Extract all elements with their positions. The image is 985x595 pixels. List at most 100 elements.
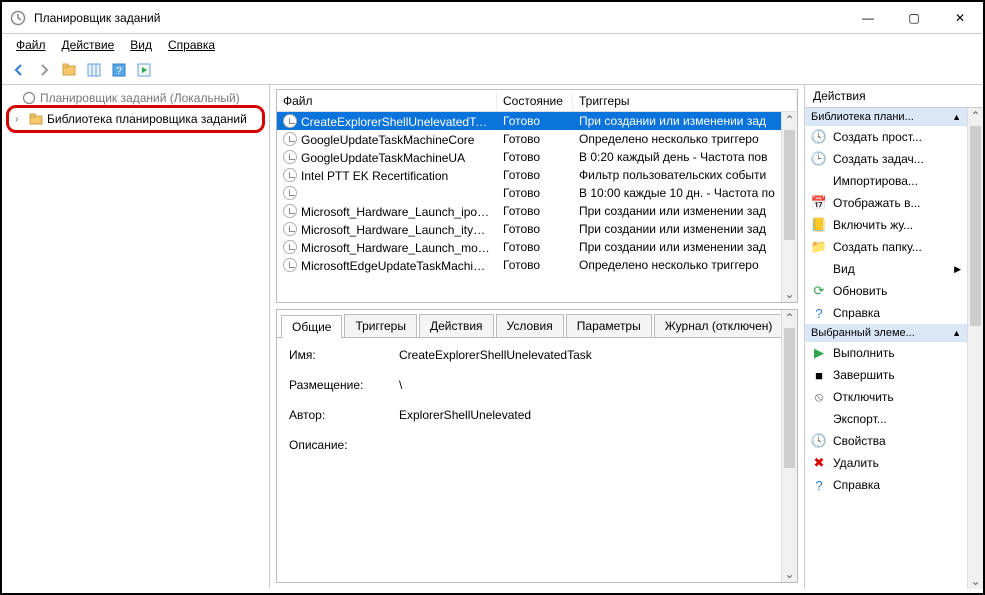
action--[interactable]: Вид▶ [805, 258, 967, 280]
folder-icon: 📁 [811, 239, 827, 255]
clock-icon [283, 168, 297, 182]
prop-location-label: Размещение: [289, 378, 399, 392]
action--[interactable]: 🕓Создать прост... [805, 126, 967, 148]
actions-group-selected[interactable]: Выбранный элеме...▲ [805, 324, 967, 342]
details-scrollbar[interactable]: ⌃ ⌄ [781, 310, 797, 582]
task-list: Файл Состояние Триггеры CreateExplorerSh… [276, 89, 798, 303]
actions-header: Действия [805, 85, 983, 108]
actions-panel: Действия Библиотека плани...▲🕓Создать пр… [805, 85, 983, 589]
scroll-thumb[interactable] [970, 126, 981, 326]
table-row[interactable]: GoogleUpdateTaskMachineUAГотовоВ 0:20 ка… [277, 148, 797, 166]
task-list-header: Файл Состояние Триггеры [277, 90, 797, 112]
clock-plus-icon: 🕓 [811, 129, 827, 145]
action--[interactable]: ■Завершить [805, 364, 967, 386]
tab-triggers[interactable]: Триггеры [344, 314, 417, 337]
action--[interactable]: 🕒Создать задач... [805, 148, 967, 170]
toolbar-up-button[interactable] [58, 59, 80, 81]
tree-library[interactable]: › Библиотека планировщика заданий [13, 110, 258, 128]
main: Планировщик заданий (Локальный) › Библио… [2, 84, 983, 589]
action--[interactable]: ⦸Отключить [805, 386, 967, 408]
action--[interactable]: ?Справка [805, 302, 967, 324]
scroll-thumb[interactable] [784, 328, 795, 468]
clock-icon [22, 91, 36, 105]
tab-settings[interactable]: Параметры [566, 314, 652, 337]
clock-icon [283, 222, 297, 236]
tree-root-label: Планировщик заданий (Локальный) [40, 91, 240, 105]
action--[interactable]: 📒Включить жу... [805, 214, 967, 236]
scroll-down-icon[interactable]: ⌄ [968, 573, 983, 589]
menu-action[interactable]: Действие [54, 36, 123, 54]
menu-help[interactable]: Справка [160, 36, 223, 54]
tree-panel: Планировщик заданий (Локальный) › Библио… [2, 85, 270, 589]
clock-icon [283, 258, 297, 272]
scroll-down-icon[interactable]: ⌄ [782, 566, 797, 582]
task-list-scrollbar[interactable]: ⌃ ⌄ [781, 112, 797, 302]
tree-library-label: Библиотека планировщика заданий [47, 112, 247, 126]
delete-icon: ✖ [811, 455, 827, 471]
refresh-icon: ⟳ [811, 283, 827, 299]
prop-desc-value [399, 438, 785, 452]
clock-icon [283, 204, 297, 218]
col-state[interactable]: Состояние [497, 92, 573, 110]
scroll-up-icon[interactable]: ⌃ [968, 108, 983, 124]
table-row[interactable]: CreateExplorerShellUnelevatedTaskГотовоП… [277, 112, 797, 130]
scroll-up-icon[interactable]: ⌃ [782, 310, 797, 326]
scroll-up-icon[interactable]: ⌃ [782, 112, 797, 128]
scroll-down-icon[interactable]: ⌄ [782, 286, 797, 302]
scroll-thumb[interactable] [784, 130, 795, 240]
tab-conditions[interactable]: Условия [496, 314, 564, 337]
titlebar: Планировщик заданий — ▢ ✕ [2, 2, 983, 34]
clock-icon [283, 240, 297, 254]
task-details: Общие Триггеры Действия Условия Параметр… [276, 309, 798, 583]
action--[interactable]: Экспорт... [805, 408, 967, 430]
prop-name-label: Имя: [289, 348, 399, 362]
action--[interactable]: 📅Отображать в... [805, 192, 967, 214]
table-row[interactable]: Intel PTT EK RecertificationГотовоФильтр… [277, 166, 797, 184]
table-row[interactable]: Microsoft_Hardware_Launch_ipoint_...Гото… [277, 202, 797, 220]
menu-view[interactable]: Вид [122, 36, 160, 54]
col-file[interactable]: Файл [277, 92, 497, 110]
col-triggers[interactable]: Триггеры [573, 92, 797, 110]
actions-group-library[interactable]: Библиотека плани...▲ [805, 108, 967, 126]
tab-general[interactable]: Общие [281, 315, 342, 338]
close-button[interactable]: ✕ [937, 2, 983, 34]
prop-location-value: \ [399, 378, 785, 392]
tree-root[interactable]: Планировщик заданий (Локальный) [6, 89, 265, 107]
play-icon: ▶ [811, 345, 827, 361]
journal-icon: 📒 [811, 217, 827, 233]
table-row[interactable]: GoogleUpdateTaskMachineCoreГотовоОпредел… [277, 130, 797, 148]
clock-icon [283, 114, 297, 128]
action--[interactable]: ⟳Обновить [805, 280, 967, 302]
table-row[interactable]: MicrosoftEdgeUpdateTaskMachineC...Готово… [277, 256, 797, 274]
maximize-button[interactable]: ▢ [891, 2, 937, 34]
action--[interactable]: ?Справка [805, 474, 967, 496]
toolbar-help-button[interactable]: ? [108, 59, 130, 81]
window-title: Планировщик заданий [34, 11, 160, 25]
action--[interactable]: ✖Удалить [805, 452, 967, 474]
minimize-button[interactable]: — [845, 2, 891, 34]
action--[interactable]: 📁Создать папку... [805, 236, 967, 258]
chevron-right-icon: › [15, 114, 25, 125]
action--[interactable]: ▶Выполнить [805, 342, 967, 364]
toolbar-columns-button[interactable] [83, 59, 105, 81]
table-row[interactable]: Microsoft_Hardware_Launch_itype_exeГотов… [277, 220, 797, 238]
tab-actions[interactable]: Действия [419, 314, 494, 337]
disable-icon: ⦸ [811, 389, 827, 405]
toolbar-run-button[interactable] [133, 59, 155, 81]
actions-scrollbar[interactable]: ⌃ ⌄ [967, 108, 983, 589]
table-row[interactable]: Microsoft_Hardware_Launch_mouse...Готово… [277, 238, 797, 256]
app-icon [10, 10, 26, 26]
menu-file[interactable]: Файл [8, 36, 54, 54]
nav-forward-button[interactable] [33, 59, 55, 81]
action--[interactable]: 🕓Свойства [805, 430, 967, 452]
clock-icon: 🕓 [811, 433, 827, 449]
chevron-right-icon: ▶ [954, 264, 961, 275]
action--[interactable]: Импортирова... [805, 170, 967, 192]
svg-text:?: ? [116, 66, 122, 77]
menubar: Файл Действие Вид Справка [2, 34, 983, 56]
none-icon [811, 261, 827, 277]
nav-back-button[interactable] [8, 59, 30, 81]
table-row[interactable]: ГотовоВ 10:00 каждые 10 дн. - Частота по [277, 184, 797, 202]
calendar-icon: 📅 [811, 195, 827, 211]
tab-history[interactable]: Журнал (отключен) [654, 314, 784, 337]
